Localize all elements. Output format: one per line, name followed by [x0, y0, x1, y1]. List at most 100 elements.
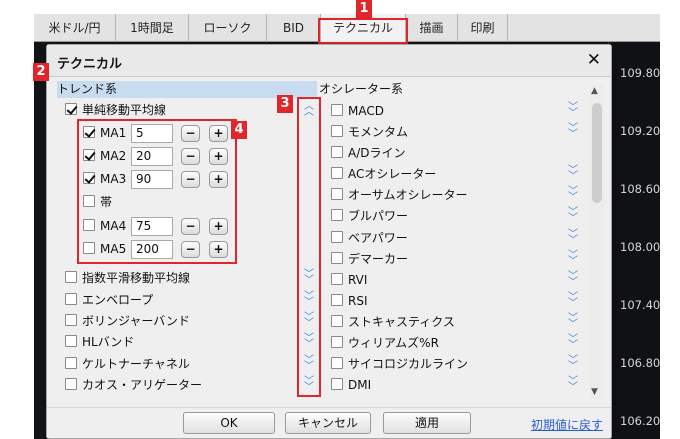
expand-chevron-icon[interactable]: ﹀ ﹀: [567, 272, 579, 288]
checkbox[interactable]: [331, 273, 343, 285]
annotation-tag-2: 2: [33, 63, 49, 81]
expand-chevron-icon[interactable]: ﹀ ﹀: [567, 377, 579, 393]
expand-chevron-icon[interactable]: ﹀ ﹀: [567, 251, 579, 267]
annotation-tag-4: 4: [231, 121, 247, 139]
expand-chevron-icon[interactable]: ﹀ ﹀: [567, 103, 579, 119]
oscillator-item-label: A/Dライン: [348, 146, 406, 160]
trend-item[interactable]: 指数平滑移動平均線: [65, 269, 190, 287]
checkbox[interactable]: [331, 294, 343, 306]
annotation-tag-1: 1: [356, 0, 372, 18]
oscillator-item[interactable]: デマーカー: [331, 250, 408, 268]
expand-chevron-icon[interactable]: ﹀ ﹀: [567, 124, 579, 140]
checkbox[interactable]: [331, 252, 343, 264]
trend-item-label: HLバンド: [82, 335, 135, 349]
oscillator-item-label: RVI: [348, 273, 368, 287]
checkbox[interactable]: [331, 378, 343, 390]
oscillator-item-label: ブルパワー: [348, 209, 409, 223]
oscillator-item[interactable]: モメンタム: [331, 123, 408, 141]
checkbox[interactable]: [331, 209, 343, 221]
oscillator-item[interactable]: MACD: [331, 102, 384, 120]
checkbox[interactable]: [65, 314, 77, 326]
oscillator-item[interactable]: ACオシレーター: [331, 165, 436, 183]
expand-chevron-icon[interactable]: ﹀ ﹀: [567, 314, 579, 330]
oscillator-item-label: ウィリアムズ%R: [348, 336, 439, 350]
sma-checkbox-row[interactable]: 単純移動平均線: [65, 101, 166, 119]
oscillator-item[interactable]: ストキャスティクス: [331, 313, 455, 331]
checkbox-checked[interactable]: [65, 103, 77, 115]
trend-item[interactable]: カオス・アリゲーター: [65, 376, 202, 394]
price-label: 108.00: [620, 240, 661, 254]
close-icon[interactable]: ✕: [587, 50, 601, 70]
oscillator-item-label: モメンタム: [348, 125, 409, 139]
annotation-box-3: [297, 97, 321, 397]
toolbar-timeframe[interactable]: 1時間足: [116, 14, 189, 42]
scroll-up-icon[interactable]: ▲: [591, 86, 598, 96]
checkbox[interactable]: [331, 125, 343, 137]
oscillator-item[interactable]: ブルパワー: [331, 207, 408, 225]
oscillator-item[interactable]: DMI: [331, 376, 371, 394]
checkbox[interactable]: [331, 357, 343, 369]
checkbox[interactable]: [65, 271, 77, 283]
expand-chevron-icon[interactable]: ﹀ ﹀: [567, 166, 579, 182]
oscillator-item[interactable]: サイコロジカルライン: [331, 355, 468, 373]
annotation-box-1: [318, 18, 408, 44]
oscillator-item-label: デマーカー: [348, 252, 409, 266]
expand-chevron-icon[interactable]: ﹀ ﹀: [567, 230, 579, 246]
oscillator-item[interactable]: オーサムオシレーター: [331, 186, 468, 204]
expand-chevron-icon[interactable]: ﹀ ﹀: [567, 335, 579, 351]
trend-item[interactable]: ケルトナーチャネル: [65, 355, 190, 373]
scroll-down-icon[interactable]: ▼: [591, 387, 598, 397]
dialog-titlebar: テクニカル ✕: [47, 45, 611, 77]
trend-item-label: ケルトナーチャネル: [82, 357, 190, 371]
trend-item[interactable]: HLバンド: [65, 333, 134, 351]
checkbox[interactable]: [65, 335, 77, 347]
toolbar-draw[interactable]: 描画: [406, 14, 458, 42]
checkbox[interactable]: [331, 104, 343, 116]
reset-defaults-link[interactable]: 初期値に戻す: [531, 416, 603, 433]
checkbox[interactable]: [65, 378, 77, 390]
oscillator-item-label: ベアパワー: [348, 231, 408, 245]
toolbar-print[interactable]: 印刷: [458, 14, 508, 42]
checkbox[interactable]: [331, 146, 343, 158]
dialog-title: テクニカル: [57, 57, 123, 72]
checkbox[interactable]: [65, 293, 77, 305]
technical-dialog: テクニカル ✕ トレンド系 オシレーター系 単純移動平均線 MA1 5 − + …: [33, 44, 612, 439]
oscillator-item[interactable]: A/Dライン: [331, 144, 406, 162]
apply-button[interactable]: 適用: [383, 412, 471, 434]
oscillator-item-label: DMI: [348, 378, 372, 392]
oscillator-item[interactable]: ウィリアムズ%R: [331, 334, 439, 352]
trend-item[interactable]: ボリンジャーバンド: [65, 312, 190, 330]
cancel-button[interactable]: キャンセル: [285, 412, 371, 434]
toolbar-currency-pair[interactable]: 米ドル/円: [34, 14, 116, 42]
ok-button[interactable]: OK: [183, 412, 275, 434]
checkbox[interactable]: [331, 188, 343, 200]
oscillator-item-label: サイコロジカルライン: [348, 357, 469, 371]
oscillator-item-label: オーサムオシレーター: [348, 188, 468, 202]
price-label: 106.20: [620, 414, 661, 428]
oscillator-item[interactable]: RVI: [331, 271, 367, 289]
oscillator-item-label: RSI: [348, 294, 368, 308]
oscillator-item[interactable]: RSI: [331, 292, 368, 310]
checkbox[interactable]: [331, 231, 343, 243]
expand-chevron-icon[interactable]: ﹀ ﹀: [567, 208, 579, 224]
checkbox[interactable]: [331, 336, 343, 348]
expand-chevron-icon[interactable]: ﹀ ﹀: [567, 356, 579, 372]
checkbox[interactable]: [331, 167, 343, 179]
toolbar-chart-type[interactable]: ローソク: [189, 14, 267, 42]
trend-item[interactable]: エンベロープ: [65, 291, 153, 309]
trend-item-label: 指数平滑移動平均線: [82, 271, 191, 285]
checkbox[interactable]: [331, 315, 343, 327]
annotation-box-4: [77, 119, 237, 264]
oscillator-item[interactable]: ベアパワー: [331, 229, 408, 247]
price-label: 107.40: [620, 298, 661, 312]
trend-item-label: ボリンジャーバンド: [82, 314, 190, 328]
oscillator-item-label: ストキャスティクス: [348, 315, 455, 329]
expand-chevron-icon[interactable]: ﹀ ﹀: [567, 187, 579, 203]
oscillator-section-header: オシレーター系: [319, 82, 404, 96]
expand-chevron-icon[interactable]: ﹀ ﹀: [567, 293, 579, 309]
scrollbar-thumb[interactable]: [592, 103, 602, 203]
oscillator-item-label: ACオシレーター: [348, 167, 437, 181]
toolbar-bid[interactable]: BID: [267, 14, 321, 42]
checkbox[interactable]: [65, 357, 77, 369]
sma-label: 単純移動平均線: [82, 103, 167, 117]
